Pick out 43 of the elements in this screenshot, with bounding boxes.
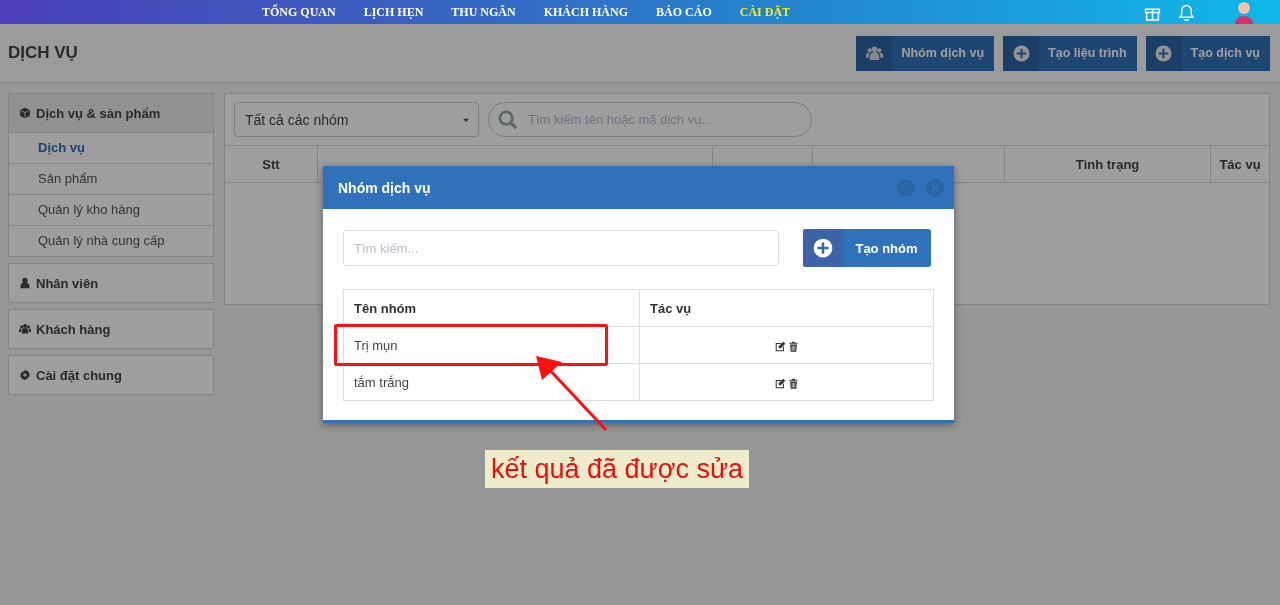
dialog-title: Nhóm dịch vụ bbox=[338, 179, 431, 196]
plus-icon bbox=[1012, 44, 1030, 62]
column-header: Tình trạng bbox=[1075, 156, 1140, 172]
avatar-icon[interactable] bbox=[1232, 0, 1256, 24]
search-field[interactable]: Tìm kiếm... bbox=[343, 230, 779, 266]
sidebar-group[interactable]: Nhân viên bbox=[9, 264, 213, 302]
page-title: DỊCH VỤ bbox=[8, 43, 78, 63]
people-icon bbox=[865, 44, 883, 62]
trash-icon[interactable] bbox=[787, 377, 799, 389]
column-header: Tác vụ bbox=[1219, 156, 1261, 172]
annotation-caption: kết quả đã được sửa bbox=[485, 450, 749, 488]
sidebar-item[interactable]: Quản lý kho hàng bbox=[9, 195, 213, 226]
edit-icon[interactable] bbox=[774, 377, 786, 389]
sidebar-group[interactable]: Cài đặt chung bbox=[9, 356, 213, 394]
nav-link[interactable]: KHÁCH HÀNG bbox=[543, 5, 629, 19]
create-button[interactable]: Tạo liệu trình bbox=[1003, 35, 1137, 71]
cube-icon bbox=[19, 107, 31, 119]
search-icon bbox=[498, 110, 518, 130]
nav-link[interactable]: CÀI ĐẶT bbox=[739, 5, 791, 19]
sidebar-item[interactable]: Sản phẩm bbox=[9, 164, 213, 195]
plus-icon bbox=[812, 238, 833, 258]
person-icon bbox=[19, 277, 31, 289]
sidebar-group[interactable]: Dịch vụ & sản phẩm bbox=[9, 94, 213, 133]
service-groups-button[interactable]: Nhóm dịch vụ bbox=[856, 35, 995, 71]
column-header: Tên nhóm bbox=[343, 289, 640, 327]
nav-link[interactable]: TỔNG QUAN bbox=[262, 5, 336, 19]
edit-icon[interactable] bbox=[774, 340, 786, 352]
column-header: Tác vụ bbox=[639, 289, 934, 327]
settings-icon bbox=[19, 369, 31, 381]
plus-icon bbox=[1155, 44, 1173, 62]
nav-link[interactable]: BÁO CÁO bbox=[656, 5, 712, 19]
sidebar-group[interactable]: Khách hàng bbox=[9, 310, 213, 348]
create-button[interactable]: Tạo dịch vụ bbox=[1145, 35, 1270, 71]
column-header: Stt bbox=[262, 156, 280, 172]
nav-link[interactable]: LỊCH HẸN bbox=[363, 5, 424, 19]
create-group-button[interactable]: Tạo nhóm bbox=[803, 229, 931, 267]
trash-icon[interactable] bbox=[787, 340, 799, 352]
sidebar-item[interactable]: Dịch vụ bbox=[9, 133, 213, 164]
bell-icon[interactable] bbox=[1178, 3, 1195, 21]
nav-link[interactable]: THU NGÂN bbox=[451, 5, 516, 19]
group-dropdown[interactable]: Tất cả các nhóm bbox=[234, 102, 479, 137]
people-icon bbox=[19, 323, 31, 335]
sidebar-item[interactable]: Quản lý nhà cung cấp bbox=[9, 226, 213, 256]
